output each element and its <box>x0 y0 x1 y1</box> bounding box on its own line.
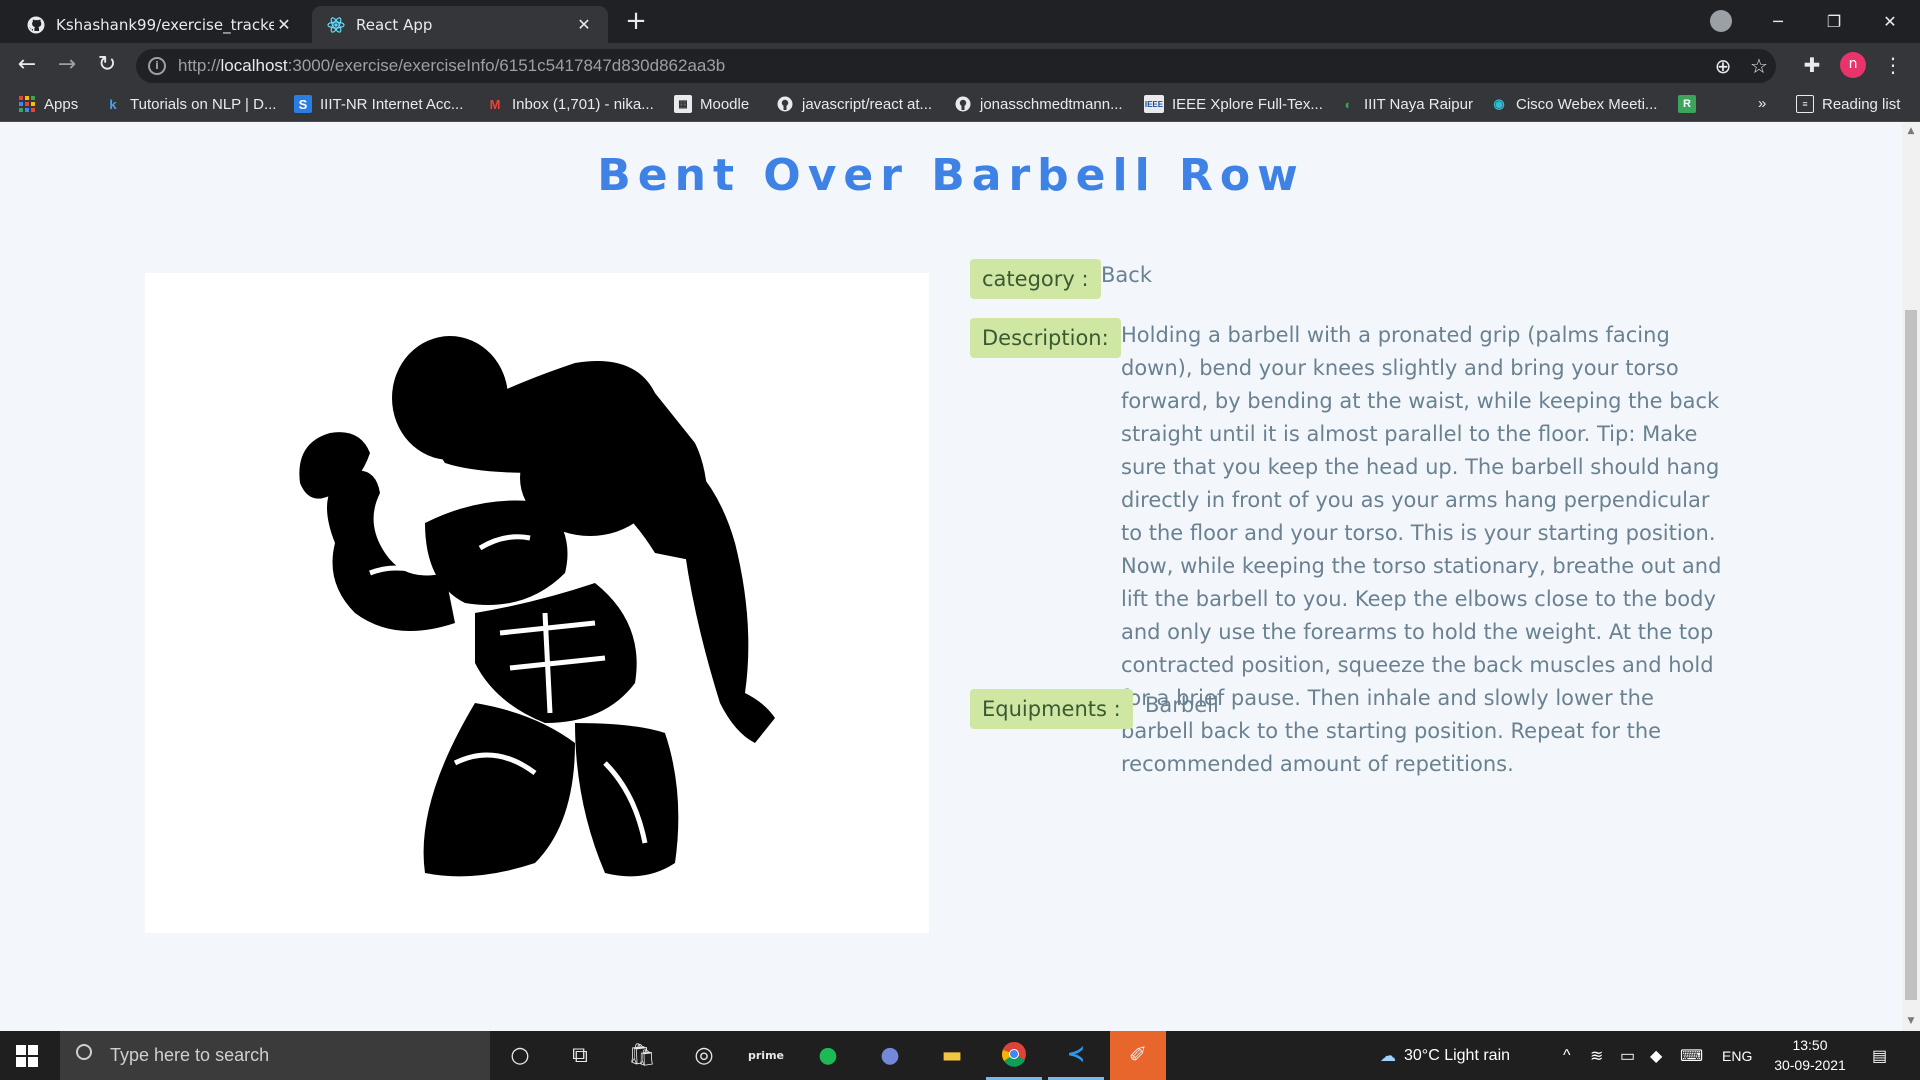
github-icon <box>26 15 46 35</box>
vscode-icon[interactable]: ≺ <box>1048 1031 1104 1080</box>
webex-icon: ◉ <box>1493 96 1505 111</box>
apps-grid-icon <box>18 95 36 113</box>
site-info-icon[interactable]: i <box>148 57 166 75</box>
dropbox-icon[interactable]: ◆ <box>1650 1031 1662 1080</box>
new-tab-button[interactable]: + <box>622 8 650 36</box>
category-value: Back <box>1101 263 1152 287</box>
react-icon <box>326 15 346 35</box>
bookmark-iiit-naya-raipur[interactable]: ◖ IIIT Naya Raipur <box>1338 95 1473 113</box>
s-icon: S <box>294 95 312 113</box>
battery-icon[interactable]: ▭ <box>1620 1031 1635 1080</box>
browser-toolbar: ← → ↻ i http://localhost:3000/exercise/e… <box>0 43 1920 87</box>
weather-widget[interactable]: ☁ 30°C Light rain <box>1380 1031 1510 1080</box>
app-icon[interactable]: ◎ <box>676 1031 732 1080</box>
bookmark-cisco-webex[interactable]: ◉ Cisco Webex Meeti... <box>1490 95 1657 113</box>
bookmark-star-icon[interactable]: ☆ <box>1748 56 1770 78</box>
equipment-label: Equipments : <box>970 689 1133 729</box>
muscle-figure-illustration <box>299 336 775 877</box>
scroll-up-icon[interactable]: ▲ <box>1906 126 1916 136</box>
minimize-icon[interactable]: ─ <box>1750 0 1806 43</box>
close-icon[interactable]: ✕ <box>574 15 594 34</box>
keyboard-icon[interactable]: ⌨ <box>1680 1031 1703 1080</box>
iiit-icon: ◖ <box>1343 96 1351 112</box>
back-icon[interactable]: ← <box>12 51 42 81</box>
taskbar-search-box[interactable]: Type here to search <box>60 1031 490 1080</box>
microsoft-store-icon[interactable]: 🛍 <box>614 1031 670 1080</box>
network-icon[interactable]: ≋ <box>1590 1031 1603 1080</box>
discord-icon[interactable]: ● <box>862 1031 918 1080</box>
moodle-icon: ▦ <box>674 95 692 113</box>
menu-icon[interactable]: ⋮ <box>1880 53 1906 77</box>
notifications-icon[interactable]: ▤ <box>1872 1031 1887 1080</box>
windows-taskbar: Type here to search ○ ⧉ 🛍 ◎ prime ● ● ▬ … <box>0 1031 1920 1080</box>
bookmark-inbox[interactable]: M Inbox (1,701) - nika... <box>486 95 654 113</box>
equipment-value: Barbell <box>1145 693 1219 717</box>
close-icon[interactable]: ✕ <box>274 15 294 34</box>
restore-icon[interactable]: ❐ <box>1806 0 1862 43</box>
github-icon <box>776 95 794 113</box>
profile-avatar[interactable]: n <box>1840 52 1866 78</box>
language-indicator[interactable]: ENG <box>1722 1031 1752 1080</box>
k-icon: k <box>109 96 117 112</box>
reload-icon[interactable]: ↻ <box>92 51 122 81</box>
exercise-title: Bent Over Barbell Row <box>597 150 1305 201</box>
r-icon: R <box>1678 95 1696 113</box>
bookmark-javascript-react[interactable]: javascript/react at... <box>776 95 932 113</box>
tab-title: React App <box>356 15 433 34</box>
ieee-icon: IEEE <box>1144 95 1164 113</box>
scroll-down-icon[interactable]: ▼ <box>1906 1016 1916 1026</box>
page-scrollbar[interactable]: ▲ ▼ <box>1902 122 1920 1031</box>
reading-list-button[interactable]: ≡ Reading list <box>1796 95 1900 113</box>
category-label: category : <box>970 259 1101 299</box>
extensions-icon[interactable]: ✚ <box>1799 53 1825 77</box>
gmail-icon: M <box>489 96 501 112</box>
file-explorer-icon[interactable]: ▬ <box>924 1031 980 1080</box>
tab-search-icon[interactable] <box>1710 10 1732 32</box>
address-bar[interactable]: i http://localhost:3000/exercise/exercis… <box>136 49 1776 83</box>
windows-start-icon[interactable] <box>16 1045 38 1067</box>
url-text: http://localhost:3000/exercise/exerciseI… <box>178 56 726 75</box>
show-hidden-icons-icon[interactable]: ^ <box>1563 1031 1571 1080</box>
bookmark-iiitnr-internet[interactable]: S IIIT-NR Internet Acc... <box>294 95 463 113</box>
github-icon <box>954 95 972 113</box>
chrome-icon[interactable] <box>986 1031 1042 1080</box>
bookmarks-bar: Apps k Tutorials on NLP | D... S IIIT-NR… <box>0 87 1920 122</box>
bookmark-apps[interactable]: Apps <box>18 95 78 113</box>
bookmark-moodle[interactable]: ▦ Moodle <box>674 95 749 113</box>
bookmark-nlp-tutorials[interactable]: k Tutorials on NLP | D... <box>104 95 276 113</box>
scroll-thumb[interactable] <box>1905 310 1917 1000</box>
bookmark-ieee-xplore[interactable]: IEEE IEEE Xplore Full-Tex... <box>1144 95 1323 113</box>
cortana-icon[interactable]: ○ <box>492 1031 548 1080</box>
reading-list-icon: ≡ <box>1796 95 1814 113</box>
system-clock[interactable]: 13:50 30-09-2021 <box>1760 1035 1860 1075</box>
tab-github[interactable]: Kshashank99/exercise_tracker_ap ✕ <box>12 6 308 43</box>
search-icon <box>76 1044 92 1060</box>
bookmark-jonasschmedtmann[interactable]: jonasschmedtmann... <box>954 95 1123 113</box>
tab-react-app[interactable]: React App ✕ <box>312 6 608 43</box>
more-bookmarks-icon[interactable]: » <box>1758 95 1766 112</box>
task-view-icon[interactable]: ⧉ <box>552 1031 608 1080</box>
forward-icon[interactable]: → <box>52 51 82 81</box>
postman-icon[interactable]: ✐ <box>1110 1031 1166 1080</box>
spotify-icon[interactable]: ● <box>800 1031 856 1080</box>
zoom-icon[interactable]: ⊕ <box>1712 56 1734 78</box>
cloud-rain-icon: ☁ <box>1380 1047 1396 1065</box>
close-window-icon[interactable]: ✕ <box>1862 0 1918 43</box>
bookmark-r-extension[interactable]: R <box>1678 95 1704 113</box>
prime-video-icon[interactable]: prime <box>738 1031 794 1080</box>
tab-title: Kshashank99/exercise_tracker_ap <box>56 15 274 34</box>
description-label: Description: <box>970 318 1121 358</box>
exercise-image <box>145 273 929 933</box>
browser-tab-strip: Kshashank99/exercise_tracker_ap ✕ React … <box>0 0 1920 43</box>
page-content: Bent Over Barbell Row category: Back De… <box>0 122 1902 1031</box>
